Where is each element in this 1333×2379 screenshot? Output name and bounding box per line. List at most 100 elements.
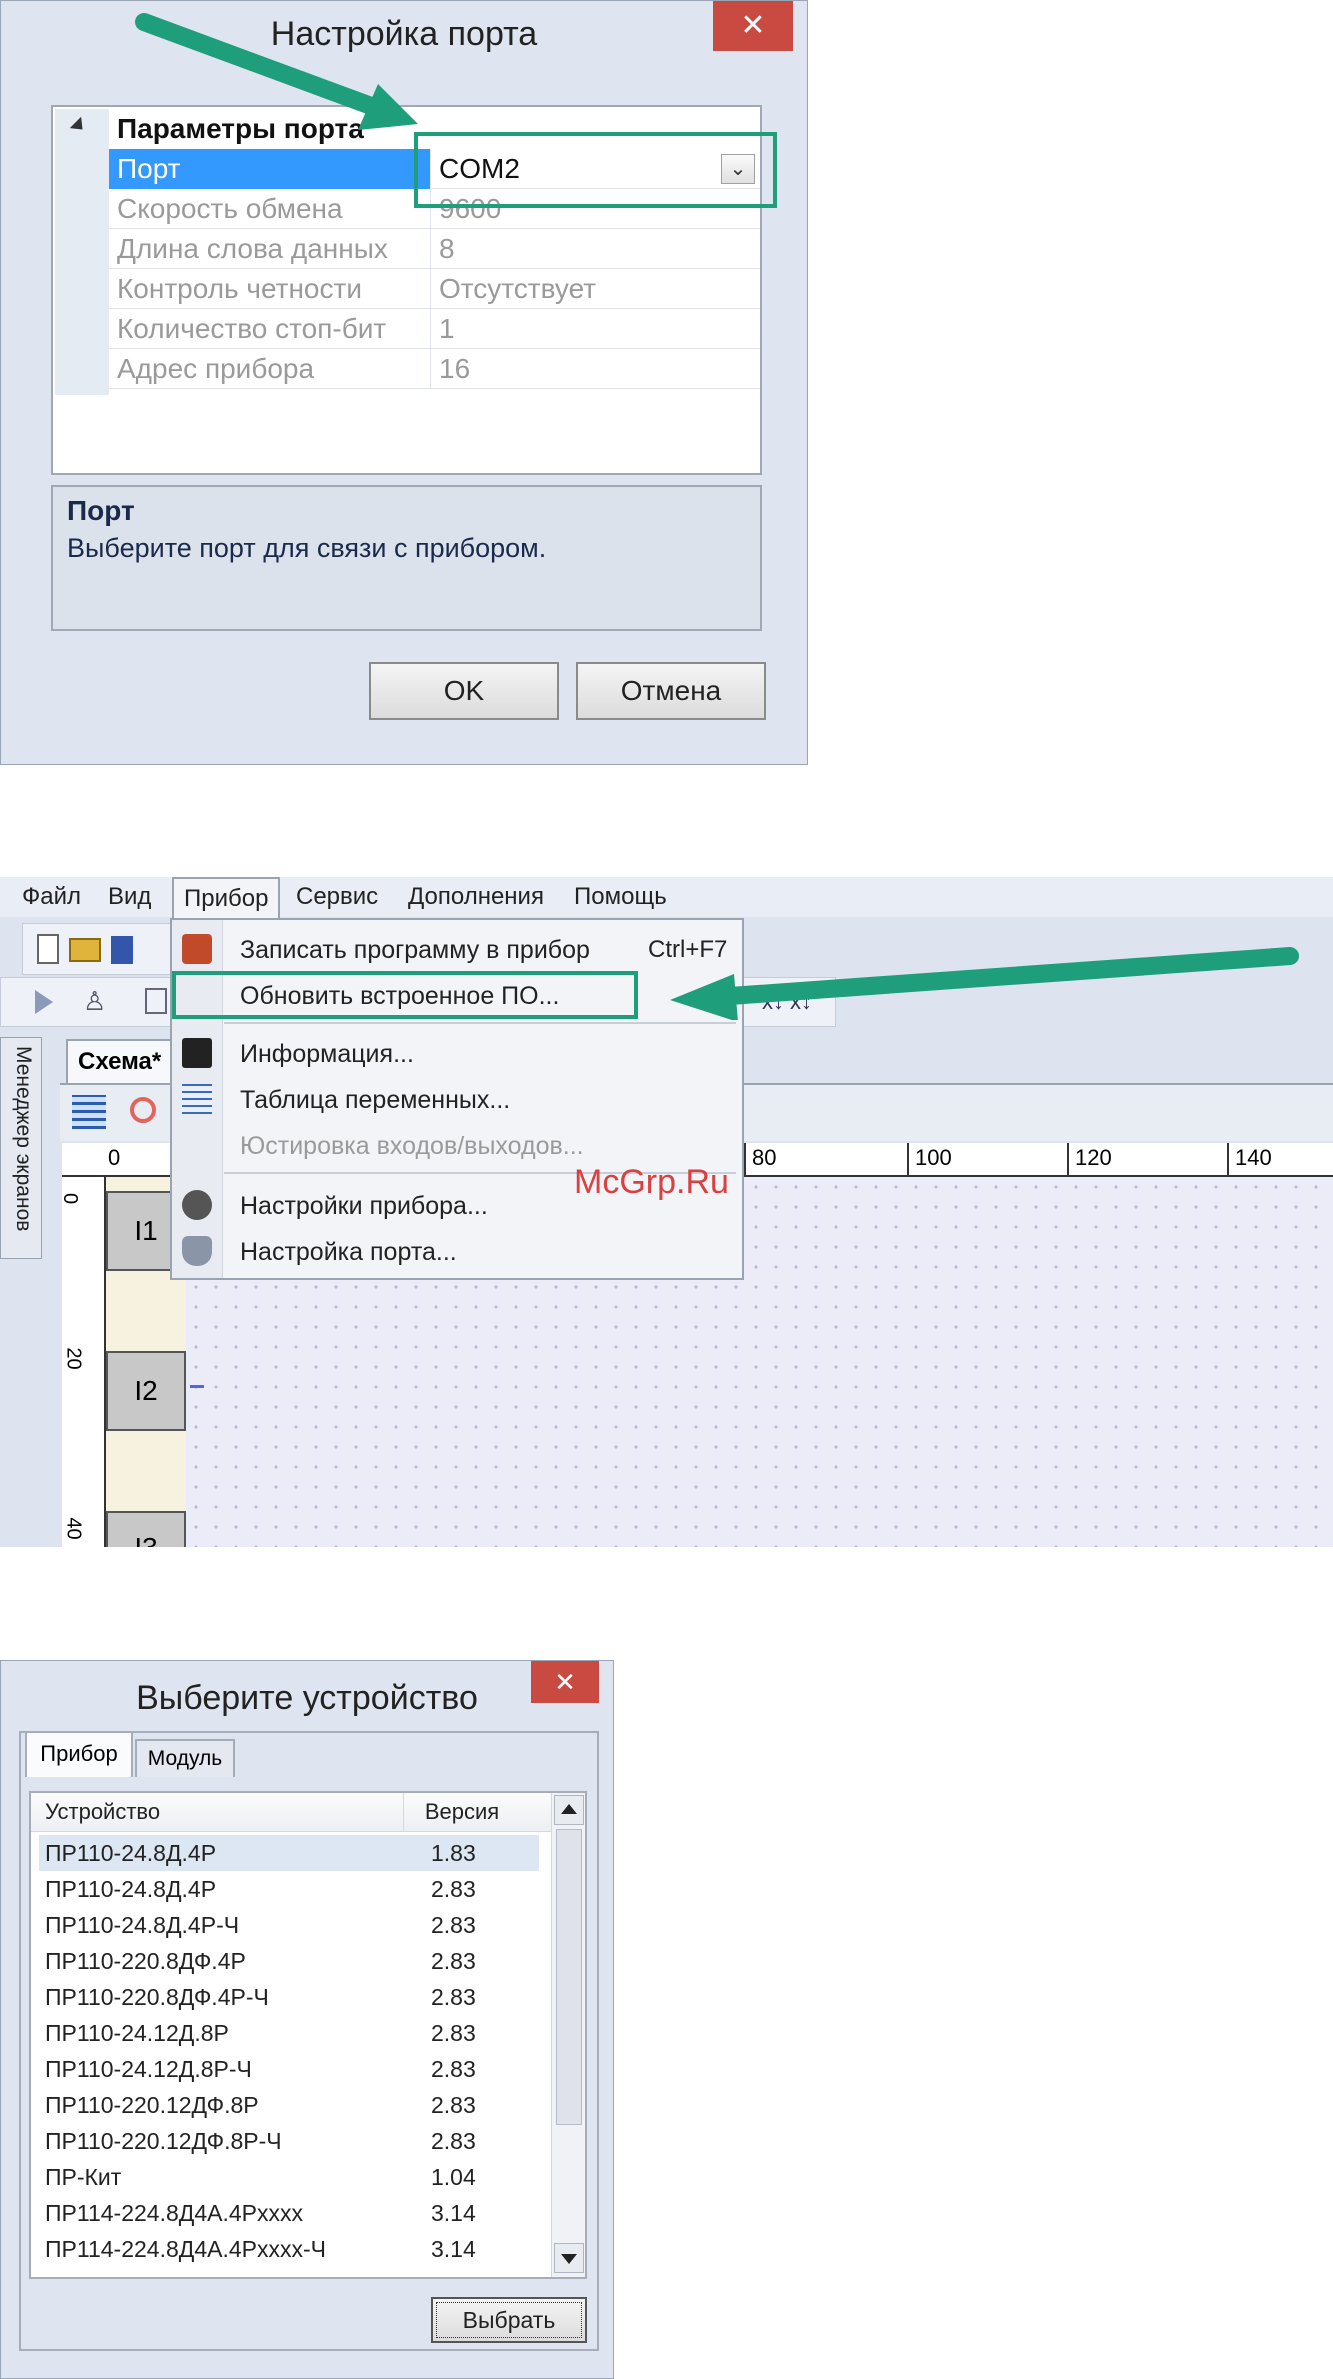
connector-pin [190,1385,204,1388]
arrow-annotation [135,13,418,130]
ruler-label: 140 [1235,1145,1272,1170]
open-folder-icon[interactable] [69,938,101,962]
scroll-thumb[interactable] [556,1829,582,2125]
list-item[interactable]: ПР114-224.8Д4А.4Рxxxx-Ч 3.14 [39,2231,539,2267]
scrollbar[interactable] [551,1793,585,2277]
property-value: 1 [439,313,455,344]
menu-view[interactable]: Вид [102,877,157,917]
ruler-label: 120 [1075,1145,1112,1170]
device-version: 3.14 [431,2200,476,2226]
help-text: Выберите порт для связи с прибором. [67,533,547,563]
ruler-label: 0 [108,1145,121,1170]
menu-item-label: Юстировка входов/выходов... [240,1132,584,1160]
device-version: 1.83 [431,1840,476,1866]
ruler-label: 100 [915,1145,952,1170]
grid-icon[interactable] [72,1095,106,1129]
property-row[interactable]: Адрес прибора 16 [109,349,760,389]
property-name: Порт [109,149,431,189]
column-device[interactable]: Устройство [45,1799,160,1825]
device-version: 2.83 [431,2020,476,2046]
input-block-i2[interactable]: I2 [106,1351,186,1431]
tab-device[interactable]: Прибор [25,1731,133,1777]
highlight-box [172,971,638,1019]
property-name: Скорость обмена [109,189,431,229]
scroll-up-button[interactable] [554,1795,584,1825]
ruler-tick [1067,1143,1069,1175]
device-version: 2.83 [431,1984,476,2010]
device-version: 2.83 [431,1948,476,1974]
menu-addons[interactable]: Дополнения [402,877,550,917]
ruler-vertical: 0 20 40 [59,1177,106,1547]
device-name: ПР110-24.12Д.8Р-Ч [45,2056,252,2082]
menu-item-info[interactable]: Информация... [172,1034,742,1074]
list-item[interactable]: ПР110-24.8Д.4Р 2.83 [39,1871,539,1907]
menu-item-label: Настройка порта... [240,1238,457,1266]
list-header: Устройство Версия [31,1793,551,1832]
menu-item-port-settings[interactable]: Настройка порта... [172,1232,742,1272]
menu-item-write-program[interactable]: Записать программу в прибор Ctrl+F7 [172,930,742,970]
ok-button[interactable]: OK [369,662,559,720]
column-version[interactable]: Версия [403,1799,521,1825]
device-name: ПР114-224.8Д4А.4Рxxxx [45,2200,303,2226]
close-button[interactable]: ✕ [531,1661,599,1703]
select-device-dialog: Выберите устройство ✕ Прибор Модуль Устр… [0,1660,614,2379]
device-name: ПР110-24.8Д.4Р-Ч [45,1912,240,1938]
ruler-label: 80 [752,1145,777,1170]
ruler-label: 20 [62,1347,85,1370]
write-program-icon [182,934,212,964]
device-name: ПР110-220.8ДФ.4Р [45,1948,246,1974]
select-button[interactable]: Выбрать [431,2297,587,2343]
list-item[interactable]: ПР114-224.8Д4А.4Рxxxx 3.14 [39,2195,539,2231]
device-name: ПР110-24.8Д.4Р [45,1876,217,1902]
property-row[interactable]: Количество стоп-бит 1 [109,309,760,349]
new-file-icon[interactable] [37,934,59,964]
list-item[interactable]: ПР110-220.8ДФ.4Р-Ч 2.83 [39,1979,539,2015]
menu-item-io-calibration: Юстировка входов/выходов... [172,1126,742,1166]
grid-tool-icon[interactable] [145,988,167,1014]
close-button[interactable]: ✕ [713,1,793,51]
menu-help[interactable]: Помощь [568,877,673,917]
menu-service[interactable]: Сервис [290,877,384,917]
list-item[interactable]: ПР110-24.8Д.4Р 1.83 [39,1835,539,1871]
list-item[interactable]: ПР110-220.12ДФ.8Р 2.83 [39,2087,539,2123]
list-item[interactable]: ПР110-220.8ДФ.4Р 2.83 [39,1943,539,1979]
device-name: ПР110-220.12ДФ.8Р-Ч [45,2128,282,2154]
menu-item-label: Информация... [240,1040,414,1068]
device-name: ПР110-24.8Д.4Р [45,1840,217,1866]
menu-item-variables-table[interactable]: Таблица переменных... [172,1080,742,1120]
save-icon[interactable] [111,936,133,964]
device-version: 3.14 [431,2236,476,2262]
menu-device[interactable]: Прибор [172,877,281,919]
list-item[interactable]: ПР110-220.12ДФ.8Р-Ч 2.83 [39,2123,539,2159]
device-list[interactable]: Устройство Версия ПР110-24.8Д.4Р 1.83 ПР1… [29,1791,587,2279]
menu-item-label: Записать программу в прибор [240,936,590,964]
scroll-down-button[interactable] [554,2243,584,2273]
menu-item-label: Таблица переменных... [240,1086,511,1114]
list-item[interactable]: ПР110-24.12Д.8Р-Ч 2.83 [39,2051,539,2087]
input-block-i3[interactable]: I3 [106,1511,186,1547]
property-row[interactable]: Длина слова данных 8 [109,229,760,269]
dialog-title: Выберите устройство [136,1679,478,1717]
ruler-label: 0 [59,1192,82,1205]
ruler-label: 40 [62,1517,85,1540]
menu-file[interactable]: Файл [16,877,87,917]
doc-tab[interactable]: Схема* [66,1039,174,1083]
device-version: 1.04 [431,2164,476,2190]
tab-module[interactable]: Модуль [135,1739,235,1777]
stamp-icon[interactable]: ♙ [83,986,106,1017]
device-name: ПР-Кит [45,2164,122,2190]
cancel-button[interactable]: Отмена [576,662,766,720]
property-value: 16 [439,353,471,384]
ruler-tick [744,1143,746,1175]
play-icon[interactable] [35,990,53,1014]
list-item[interactable]: ПР110-24.8Д.4Р-Ч 2.83 [39,1907,539,1943]
side-tab-panel[interactable]: Менеджер экранов [0,1037,42,1259]
device-settings-icon [182,1190,212,1220]
port-settings-icon [182,1236,212,1266]
list-item[interactable]: ПР-Кит 1.04 [39,2159,539,2195]
close-icon: ✕ [554,1667,576,1697]
zoom-icon[interactable] [130,1097,156,1123]
list-item[interactable]: ПР110-24.12Д.8Р 2.83 [39,2015,539,2051]
property-row[interactable]: Контроль четности Отсутствует [109,269,760,309]
device-name: ПР114-224.8Д4А.4Рxxxx-Ч [45,2236,326,2262]
